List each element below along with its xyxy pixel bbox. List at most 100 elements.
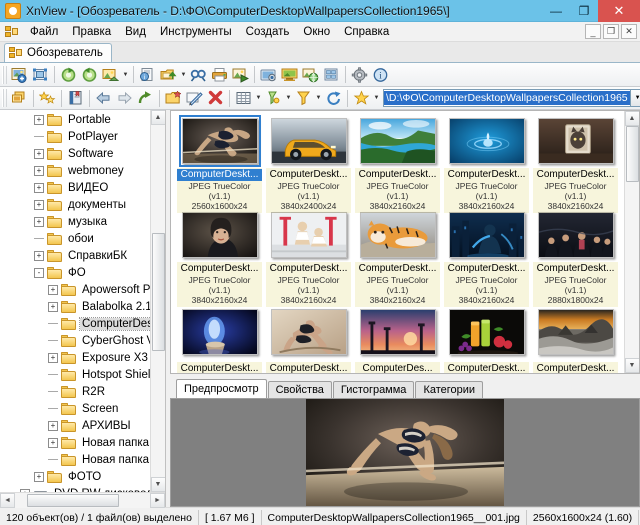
address-dropdown-button[interactable]: ▼	[631, 89, 640, 107]
tree-expander[interactable]: +	[34, 183, 44, 193]
thumbnail-image[interactable]	[271, 118, 347, 164]
tree-expander[interactable]: +	[48, 421, 58, 431]
tree-expander[interactable]: +	[34, 251, 44, 261]
minimize-button[interactable]: —	[542, 0, 570, 22]
thumbnail-item[interactable]: ComputerDeskt...JPEG TrueColor (v1.1)384…	[442, 209, 531, 303]
batch-convert-dropdown-arrow[interactable]: ▼	[179, 64, 188, 85]
tree-item[interactable]: +Portable	[0, 111, 150, 128]
thumbnail-image[interactable]	[449, 309, 525, 355]
tree-scroll-up-button[interactable]: ▲	[151, 110, 166, 125]
add-favorite-button[interactable]	[351, 88, 372, 109]
thumbnail-item[interactable]: ComputerDeskt...	[175, 303, 264, 373]
tree-item[interactable]: обои	[0, 230, 150, 247]
rotate-left-button[interactable]	[58, 64, 79, 85]
tree-horizontal-scrollbar[interactable]: ◄ ►	[0, 492, 165, 507]
tree-item[interactable]: +ФОТО	[0, 468, 150, 485]
tree-item[interactable]: PotPlayer	[0, 128, 150, 145]
tree-item[interactable]: +webmoney	[0, 162, 150, 179]
tree-item[interactable]: +музыка	[0, 213, 150, 230]
thumb-scroll-down-button[interactable]: ▼	[625, 358, 640, 373]
thumbnail-image[interactable]	[538, 309, 614, 355]
open-image-button[interactable]	[9, 64, 30, 85]
batch-convert-button[interactable]	[158, 64, 179, 85]
tree-expander[interactable]: +	[48, 302, 58, 312]
contact-sheet-button[interactable]	[321, 64, 342, 85]
thumbnail-image[interactable]	[360, 309, 436, 355]
preview-tab[interactable]: Гистограмма	[333, 381, 415, 398]
thumb-scroll-thumb[interactable]	[626, 126, 639, 182]
tree-expander[interactable]: +	[20, 489, 30, 493]
toolbar-gripper[interactable]	[2, 66, 7, 84]
tree-item[interactable]: Hotspot Shield	[0, 366, 150, 383]
rename-button[interactable]	[184, 88, 205, 109]
wallpaper-button[interactable]	[279, 64, 300, 85]
thumbnail-item[interactable]: ComputerDeskt...JPEG TrueColor (v1.1)384…	[264, 115, 353, 209]
convert-button[interactable]	[100, 64, 121, 85]
preview-tab[interactable]: Свойства	[268, 381, 332, 398]
find-button[interactable]	[188, 64, 209, 85]
thumbnail-item[interactable]: ComputerDeskt...	[442, 303, 531, 373]
thumb-scroll-track[interactable]	[625, 126, 640, 358]
tree-item[interactable]: Screen	[0, 400, 150, 417]
tree-expander[interactable]: +	[34, 217, 44, 227]
up-button[interactable]	[135, 88, 156, 109]
tree-expander[interactable]: +	[34, 115, 44, 125]
thumbnail-image[interactable]	[360, 212, 436, 258]
slideshow-button[interactable]	[230, 64, 251, 85]
preview-tab[interactable]: Предпросмотр	[176, 379, 267, 398]
tree-item[interactable]: +Новая папка	[0, 434, 150, 451]
delete-button[interactable]	[205, 88, 226, 109]
thumbnail-image[interactable]	[182, 118, 258, 164]
tree-scroll-track[interactable]	[151, 125, 166, 477]
thumbnail-image[interactable]	[538, 212, 614, 258]
thumbnail-item[interactable]: ComputerDeskt...JPEG TrueColor (v1.1)288…	[531, 209, 620, 303]
tree-item[interactable]: +Apowersoft Ph	[0, 281, 150, 298]
thumbnail-item[interactable]: ComputerDeskt...JPEG TrueColor (v1.1)384…	[264, 209, 353, 303]
favorites-button[interactable]	[37, 88, 58, 109]
thumbnail-image[interactable]	[182, 309, 258, 355]
back-button[interactable]	[93, 88, 114, 109]
thumbnail-item[interactable]: ComputerDeskt...JPEG TrueColor (v1.1)256…	[175, 115, 264, 209]
tree-item[interactable]: +Software	[0, 145, 150, 162]
mdi-restore-button[interactable]: ❐	[603, 24, 619, 39]
tree-vertical-scrollbar[interactable]: ▲ ▼	[150, 110, 165, 492]
preview-tab[interactable]: Категории	[415, 381, 483, 398]
maximize-button[interactable]: ❐	[570, 0, 598, 22]
tree-item[interactable]: +документы	[0, 196, 150, 213]
thumbnail-item[interactable]: ComputerDeskt...JPEG TrueColor (v1.1)384…	[353, 115, 442, 209]
menu-item-help[interactable]: Справка	[337, 24, 396, 40]
tree-item[interactable]: +СправкиБК	[0, 247, 150, 264]
view-mode-button[interactable]	[233, 88, 254, 109]
thumbnail-item[interactable]: ComputerDeskt...	[531, 303, 620, 373]
sort-dropdown-arrow[interactable]: ▼	[284, 88, 293, 109]
tree-item[interactable]: CyberGhost VP	[0, 332, 150, 349]
thumbnail-image[interactable]	[538, 118, 614, 164]
print-button[interactable]	[209, 64, 230, 85]
menu-item-window[interactable]: Окно	[296, 24, 337, 40]
rotate-right-button[interactable]	[79, 64, 100, 85]
tree-hscroll-thumb[interactable]	[27, 494, 119, 507]
screen-capture-button[interactable]	[258, 64, 279, 85]
view-mode-dropdown-arrow[interactable]: ▼	[254, 88, 263, 109]
tree-expander[interactable]: +	[34, 200, 44, 210]
thumbnail-item[interactable]: ComputerDes...	[353, 303, 442, 373]
tree-expander[interactable]: +	[48, 438, 58, 448]
catalog-button[interactable]	[65, 88, 86, 109]
thumbnail-item[interactable]: ComputerDeskt...	[264, 303, 353, 373]
tree-expander[interactable]: +	[48, 353, 58, 363]
menu-item-file[interactable]: Файл	[23, 24, 65, 40]
refresh-button[interactable]	[323, 88, 344, 109]
tree-item[interactable]: -ФО	[0, 264, 150, 281]
tree-item[interactable]: +Balabolka 2.11.	[0, 298, 150, 315]
thumbnail-item[interactable]: ComputerDeskt...JPEG TrueColor (v1.1)384…	[353, 209, 442, 303]
thumbnail-vertical-scrollbar[interactable]: ▲ ▼	[624, 111, 639, 373]
about-button[interactable]: i	[370, 64, 391, 85]
thumb-scroll-up-button[interactable]: ▲	[625, 111, 640, 126]
preview-image-area[interactable]	[170, 398, 640, 507]
tree-expander[interactable]: +	[34, 472, 44, 482]
tree-item[interactable]: Новая папка (	[0, 451, 150, 468]
tree-item[interactable]: +АРХИВЫ	[0, 417, 150, 434]
fit-window-button[interactable]	[30, 64, 51, 85]
add-favorite-dropdown-arrow[interactable]: ▼	[372, 88, 381, 109]
tree-expander[interactable]: +	[34, 166, 44, 176]
